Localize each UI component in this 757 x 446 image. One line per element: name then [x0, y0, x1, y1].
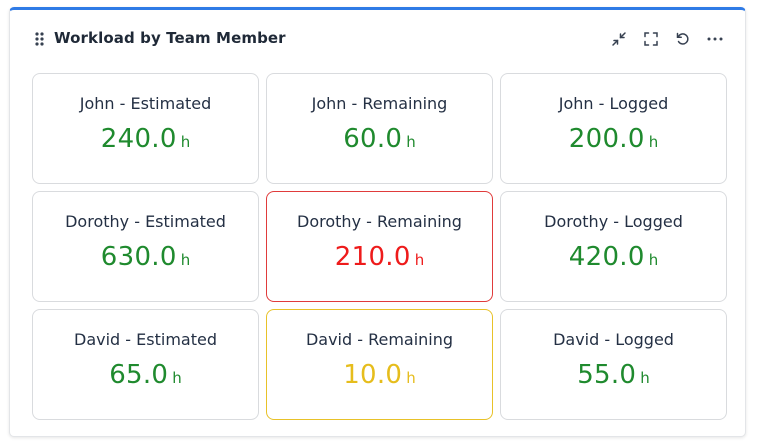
card-label: Dorothy - Logged — [544, 212, 683, 231]
card-value: 65.0 h — [33, 360, 258, 390]
card-david-remaining[interactable]: David - Remaining 10.0 h — [266, 309, 493, 420]
card-number: 55.0 — [577, 360, 637, 390]
card-unit: h — [406, 369, 416, 387]
card-unit: h — [414, 251, 425, 269]
card-number: 65.0 — [109, 360, 169, 390]
card-unit: h — [640, 369, 650, 387]
card-value: 200.0 h — [501, 124, 726, 154]
card-label: John - Remaining — [311, 94, 448, 113]
card-david-logged[interactable]: David - Logged 55.0 h — [500, 309, 727, 420]
card-label: David - Remaining — [305, 330, 454, 349]
card-number: 60.0 — [343, 124, 403, 154]
card-number: 210.0 — [334, 242, 411, 272]
card-number: 10.0 — [343, 360, 403, 390]
refresh-icon[interactable] — [673, 29, 693, 49]
widget-header: Workload by Team Member — [10, 10, 745, 68]
card-number: 420.0 — [568, 242, 645, 272]
card-unit: h — [648, 251, 659, 269]
card-value: 55.0 h — [501, 360, 726, 390]
card-david-estimated[interactable]: David - Estimated 65.0 h — [32, 309, 259, 420]
workload-grid: John - Estimated 240.0 h John - Remaining… — [32, 73, 727, 420]
card-value: 210.0 h — [267, 242, 492, 272]
card-number: 200.0 — [568, 124, 645, 154]
card-value: 420.0 h — [501, 242, 726, 272]
card-dorothy-remaining[interactable]: Dorothy - Remaining 210.0 h — [266, 191, 493, 302]
card-unit: h — [648, 133, 659, 151]
card-number: 240.0 — [100, 124, 177, 154]
card-label: John - Estimated — [79, 94, 212, 113]
drag-handle-icon[interactable] — [35, 32, 44, 46]
card-number: 630.0 — [100, 242, 177, 272]
card-label: Dorothy - Estimated — [65, 212, 226, 231]
fullscreen-icon[interactable] — [641, 29, 661, 49]
card-label: David - Logged — [553, 330, 674, 349]
card-dorothy-estimated[interactable]: Dorothy - Estimated 630.0 h — [32, 191, 259, 302]
card-label: John - Logged — [558, 94, 669, 113]
workload-widget: Workload by Team Member John - Estimated… — [9, 7, 746, 437]
card-john-logged[interactable]: John - Logged 200.0 h — [500, 73, 727, 184]
card-unit: h — [180, 251, 191, 269]
card-value: 630.0 h — [33, 242, 258, 272]
card-label: Dorothy - Remaining — [297, 212, 462, 231]
card-value: 240.0 h — [33, 124, 258, 154]
collapse-icon[interactable] — [609, 29, 629, 49]
card-unit: h — [172, 369, 182, 387]
card-value: 10.0 h — [267, 360, 492, 390]
card-unit: h — [180, 133, 191, 151]
card-dorothy-logged[interactable]: Dorothy - Logged 420.0 h — [500, 191, 727, 302]
widget-actions — [609, 29, 725, 49]
card-label: David - Estimated — [74, 330, 217, 349]
card-john-remaining[interactable]: John - Remaining 60.0 h — [266, 73, 493, 184]
widget-title: Workload by Team Member — [54, 29, 286, 47]
more-icon[interactable] — [705, 29, 725, 49]
card-value: 60.0 h — [267, 124, 492, 154]
card-unit: h — [406, 133, 416, 151]
card-john-estimated[interactable]: John - Estimated 240.0 h — [32, 73, 259, 184]
